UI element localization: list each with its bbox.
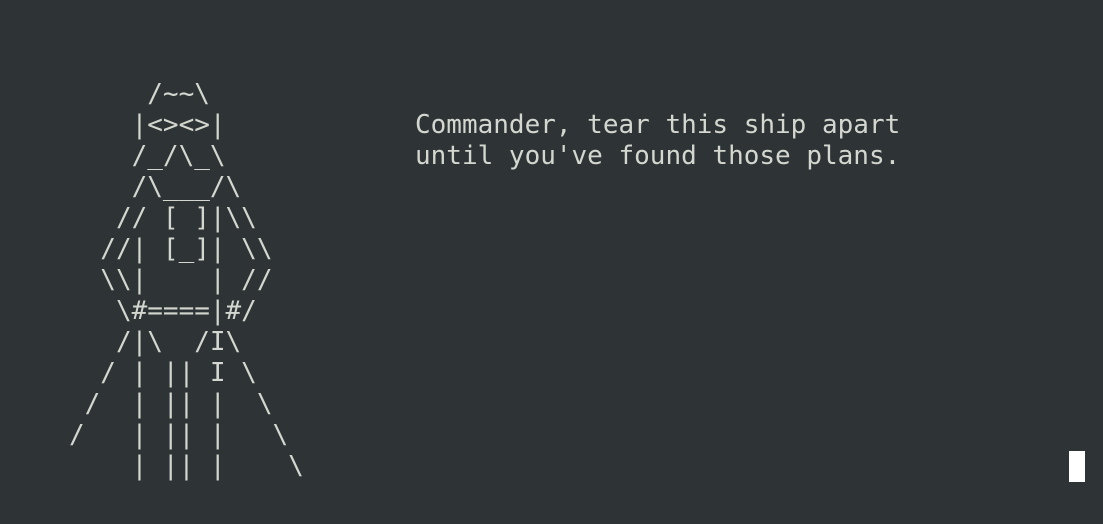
quote-line-1: Commander, tear this ship apart xyxy=(415,110,901,140)
ascii-art-line-7: \\| | // xyxy=(69,265,273,295)
ascii-art-line-10: / | || I \ xyxy=(69,358,257,388)
ascii-art-line-11: / | || | \ xyxy=(69,389,273,419)
ascii-art-line-3: /_/\_\ xyxy=(69,141,226,171)
terminal-cursor xyxy=(1069,451,1085,482)
ascii-art-line-6: //| [_]| \\ xyxy=(69,234,273,264)
ascii-art-line-2: |<><>| xyxy=(69,110,226,140)
ascii-art-line-5: // [ ]|\\ xyxy=(69,203,257,233)
terminal-window[interactable]: /~~\ |<><>| /_/\_\ /\___/\ // [ ]|\\ //|… xyxy=(0,0,1103,524)
ascii-art-line-1: /~~\ xyxy=(69,79,210,109)
ascii-art-line-13: | || | \ xyxy=(69,451,304,481)
ascii-art-line-4: /\___/\ xyxy=(69,172,242,202)
quote-line-2: until you've found those plans. xyxy=(415,141,901,171)
ascii-art-line-9: /|\ /I\ xyxy=(69,327,242,357)
ascii-art-line-8: \#====|#/ xyxy=(69,296,257,326)
ascii-art-line-12: / | || | \ xyxy=(69,420,289,450)
